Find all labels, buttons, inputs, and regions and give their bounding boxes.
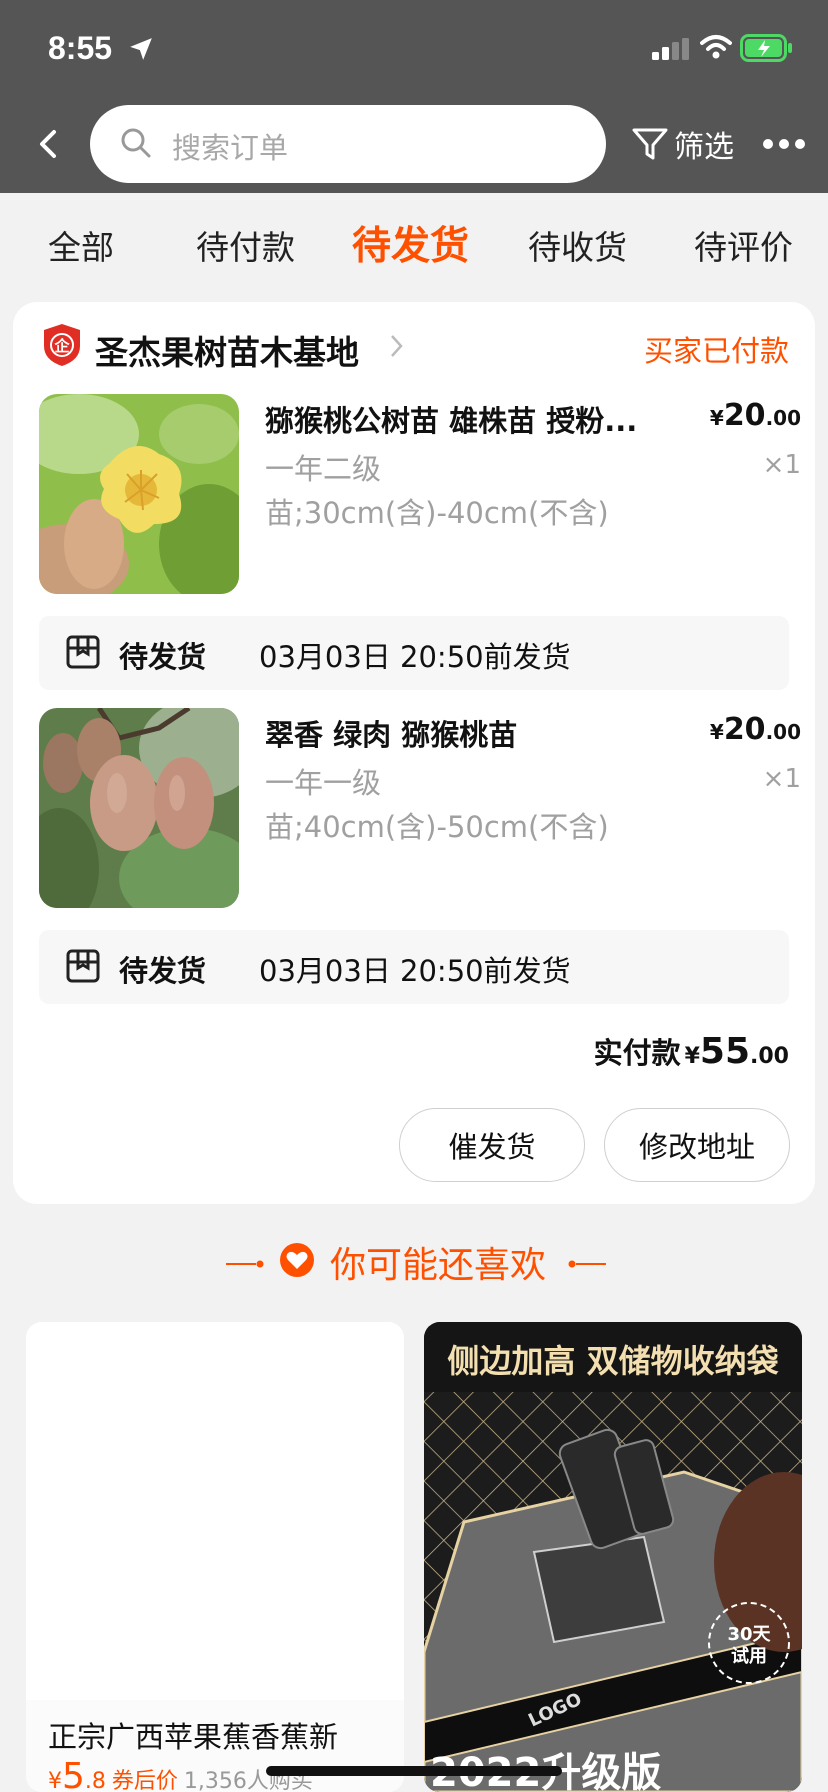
recommended-product-card[interactable]: LOGO 侧边加高 双储物收纳袋 30天 试用 2022升级版 [424,1322,802,1792]
more-icon[interactable] [762,138,806,150]
search-icon [121,128,151,158]
wifi-icon [700,35,732,59]
shop-enterprise-icon: 企 [44,324,80,366]
modify-address-button[interactable]: 修改地址 [604,1108,790,1182]
filter-label: 筛选 [674,130,734,165]
recommendations-title: 你可能还喜欢 [330,1245,547,1286]
shop-name[interactable]: 圣杰果树苗木基地 [95,326,359,374]
ad-banner-text: 侧边加高 双储物收纳袋 [447,1342,779,1380]
total-label: 实付款 [593,1036,681,1070]
recommendations-header: 你可能还喜欢 [0,1232,828,1292]
product-price: ¥20.00 [709,712,801,747]
product-image[interactable] [39,394,239,594]
shipping-deadline-row: 待发货 03月03日 20:50前发货 [39,930,789,1004]
product-quantity: ×1 [762,764,801,794]
product-quantity: ×1 [762,450,801,480]
location-arrow-icon [130,38,152,60]
product-image[interactable]: LOGO [424,1322,802,1792]
order-tabs: 全部 待付款 待发货 待收货 待评价 [0,193,828,295]
divider-arrow-right [568,1260,606,1268]
package-icon [66,635,100,669]
home-indicator[interactable] [266,1766,562,1776]
order-item[interactable]: 猕猴桃公树苗 雄株苗 授粉... 一年二级 苗;30cm(含)-40cm(不含)… [39,394,801,594]
shipping-status: 待发货 [119,640,207,674]
filter-button[interactable]: 筛选 [630,120,734,168]
tab-pending-review[interactable]: 待评价 [694,221,793,269]
product-spec-detail: 苗;30cm(含)-40cm(不含) [265,496,609,530]
search-input[interactable]: 搜索订单 [90,105,606,183]
shipping-deadline-row: 待发货 03月03日 20:50前发货 [39,616,789,690]
product-image[interactable] [39,708,239,908]
tab-pending-receipt[interactable]: 待收货 [528,221,627,269]
svg-text:30天: 30天 [727,1624,771,1645]
order-item[interactable]: 翠香 绿肉 猕猴桃苗 一年一级 苗;40cm(含)-50cm(不含) ¥20.0… [39,708,801,908]
product-spec-detail: 苗;40cm(含)-50cm(不含) [265,810,609,844]
urge-shipment-button[interactable]: 催发货 [399,1108,585,1182]
shop-badge-text: 企 [53,337,70,355]
tab-all[interactable]: 全部 [48,221,114,269]
recommended-product-card[interactable]: 正宗广西苹果蕉香蕉新 ¥5.8 券后价 1,356人购买 [26,1322,404,1792]
order-status: 买家已付款 [643,334,789,368]
shipping-deadline: 03月03日 20:50前发货 [259,640,571,674]
back-button[interactable] [32,124,68,164]
search-placeholder: 搜索订单 [172,131,289,165]
total-paid: 实付款 ¥55.00 [593,1031,789,1072]
product-title[interactable]: 猕猴桃公树苗 雄株苗 授粉... [265,398,665,440]
heart-icon [280,1243,314,1277]
chevron-right-icon[interactable] [389,332,405,360]
package-icon [66,949,100,983]
product-spec: 一年二级 [265,452,382,486]
filter-icon [632,128,668,160]
svg-text:试用: 试用 [731,1645,767,1667]
order-card[interactable]: 企 圣杰果树苗木基地 买家已付款 猕猴桃公树苗 雄株苗 授粉... 一年二级 苗… [13,302,815,1204]
trial-laurel-badge: 30天 试用 [708,1602,790,1684]
top-bar: 8:55 搜索订单 筛选 [0,0,828,193]
shipping-status: 待发货 [119,954,207,988]
shipping-deadline: 03月03日 20:50前发货 [259,954,571,988]
product-price: ¥20.00 [709,398,801,433]
signal-icon [652,38,689,60]
tab-pending-shipment[interactable]: 待发货 [352,215,469,271]
product-info: 正宗广西苹果蕉香蕉新 ¥5.8 券后价 1,356人购买 [26,1700,404,1792]
status-time: 8:55 [48,30,113,66]
product-title[interactable]: 正宗广西苹果蕉香蕉新 [48,1714,338,1756]
product-title[interactable]: 翠香 绿肉 猕猴桃苗 [265,712,665,754]
product-image-placeholder[interactable] [26,1322,404,1700]
battery-charging-icon [740,34,792,62]
divider-arrow-left [226,1260,264,1268]
product-spec: 一年一级 [265,766,382,800]
tab-pending-payment[interactable]: 待付款 [196,221,295,269]
